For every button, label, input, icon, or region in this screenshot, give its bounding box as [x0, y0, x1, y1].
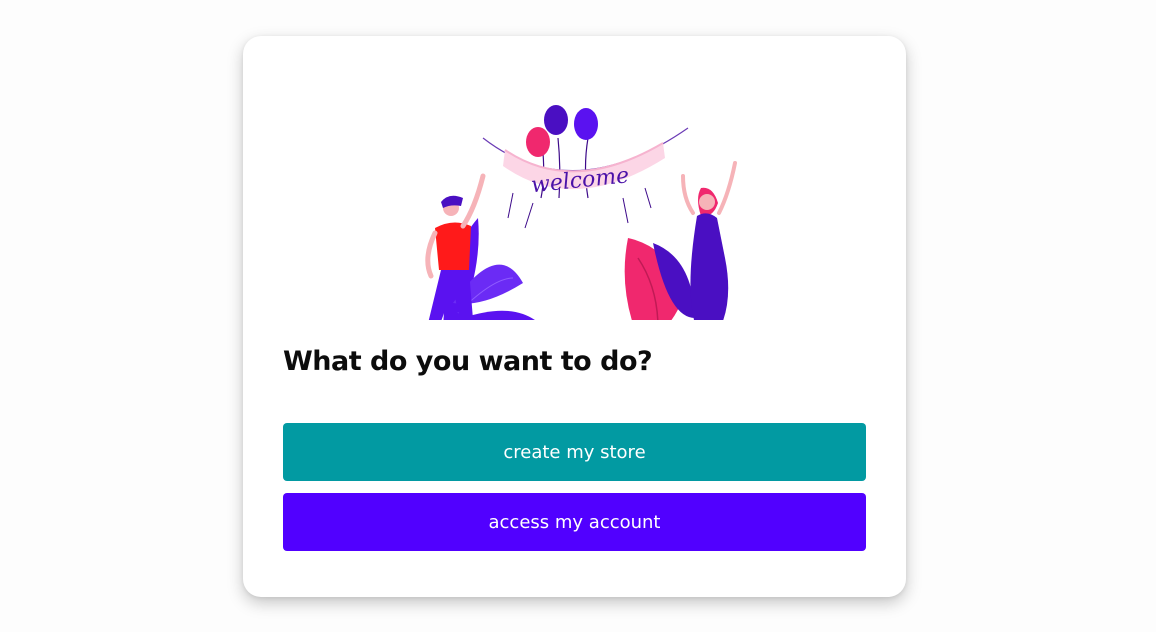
- page-title: What do you want to do?: [283, 346, 653, 377]
- welcome-banner: welcome: [482, 127, 689, 229]
- access-account-label: access my account: [488, 511, 661, 533]
- access-account-button[interactable]: access my account: [283, 493, 866, 551]
- welcome-card: welcome What do you want to do? create m…: [243, 36, 906, 597]
- create-store-label: create my store: [503, 441, 646, 463]
- welcome-party-illustration: welcome: [425, 105, 737, 320]
- create-store-button[interactable]: create my store: [283, 423, 866, 481]
- right-plant-icon: [624, 238, 695, 320]
